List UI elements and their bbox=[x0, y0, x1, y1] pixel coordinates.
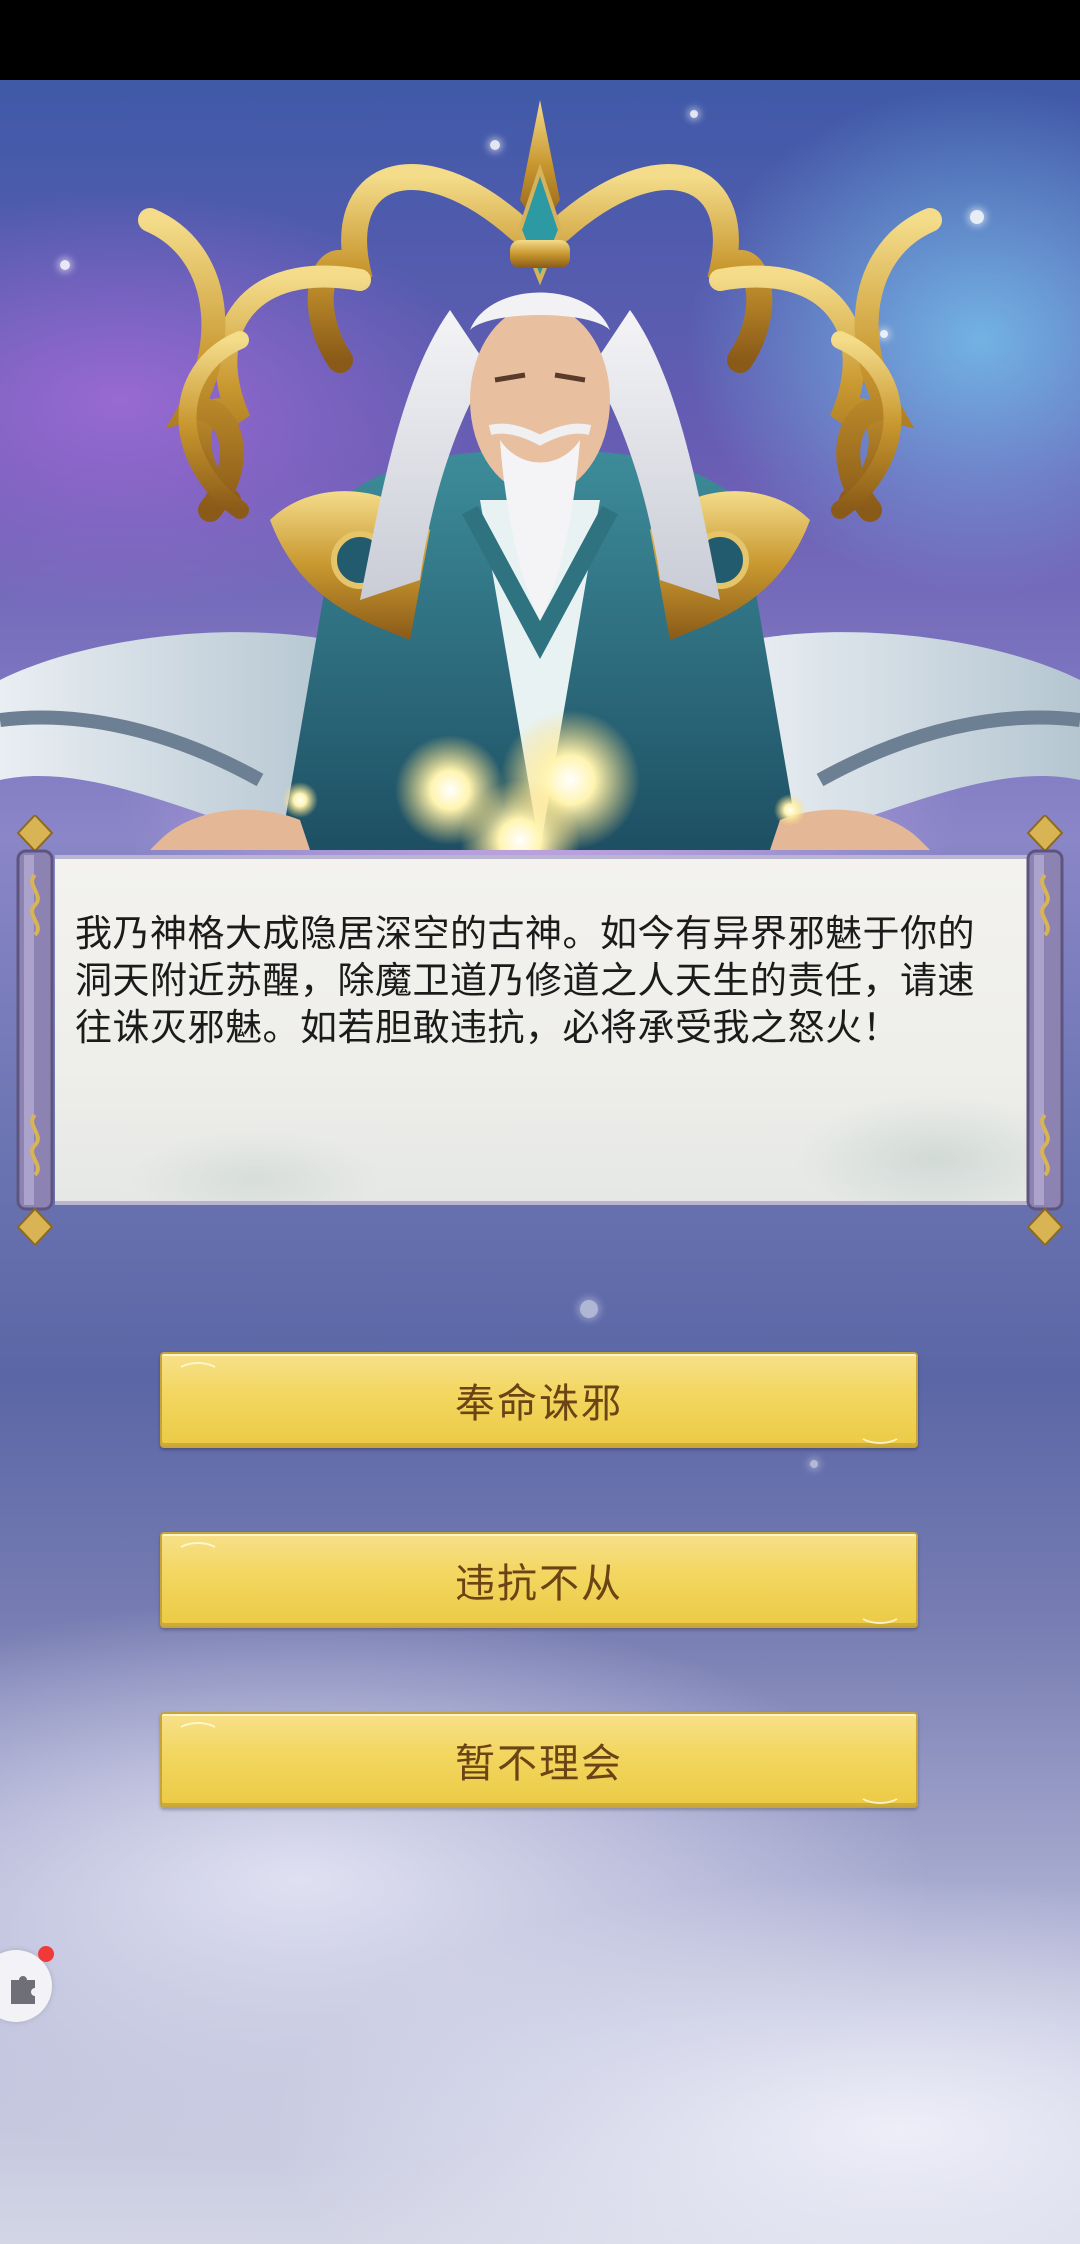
star-sparkle bbox=[580, 1300, 598, 1318]
choice-defy-button[interactable]: 违抗不从 bbox=[160, 1532, 918, 1628]
choice-label: 暂不理会 bbox=[455, 1741, 623, 1787]
choice-label: 违抗不从 bbox=[455, 1561, 623, 1607]
scroll-roller-left bbox=[16, 815, 54, 1245]
star-sparkle bbox=[810, 1460, 818, 1468]
choice-label: 奉命诛邪 bbox=[455, 1381, 623, 1427]
notification-dot bbox=[38, 1946, 54, 1962]
status-bar bbox=[0, 0, 1080, 80]
choice-ignore-button[interactable]: 暂不理会 bbox=[160, 1712, 918, 1808]
scroll-roller-right bbox=[1026, 815, 1064, 1245]
dialog-text: 我乃神格大成隐居深空的古神。如今有异界邪魅于你的洞天附近苏醒，除魔卫道乃修道之人… bbox=[75, 912, 975, 1049]
puzzle-icon bbox=[11, 1976, 35, 2004]
ancient-god-character bbox=[0, 100, 1080, 850]
game-screen: 我乃神格大成隐居深空的古神。如今有异界邪魅于你的洞天附近苏醒，除魔卫道乃修道之人… bbox=[0, 0, 1080, 2244]
choice-accept-button[interactable]: 奉命诛邪 bbox=[160, 1352, 918, 1448]
